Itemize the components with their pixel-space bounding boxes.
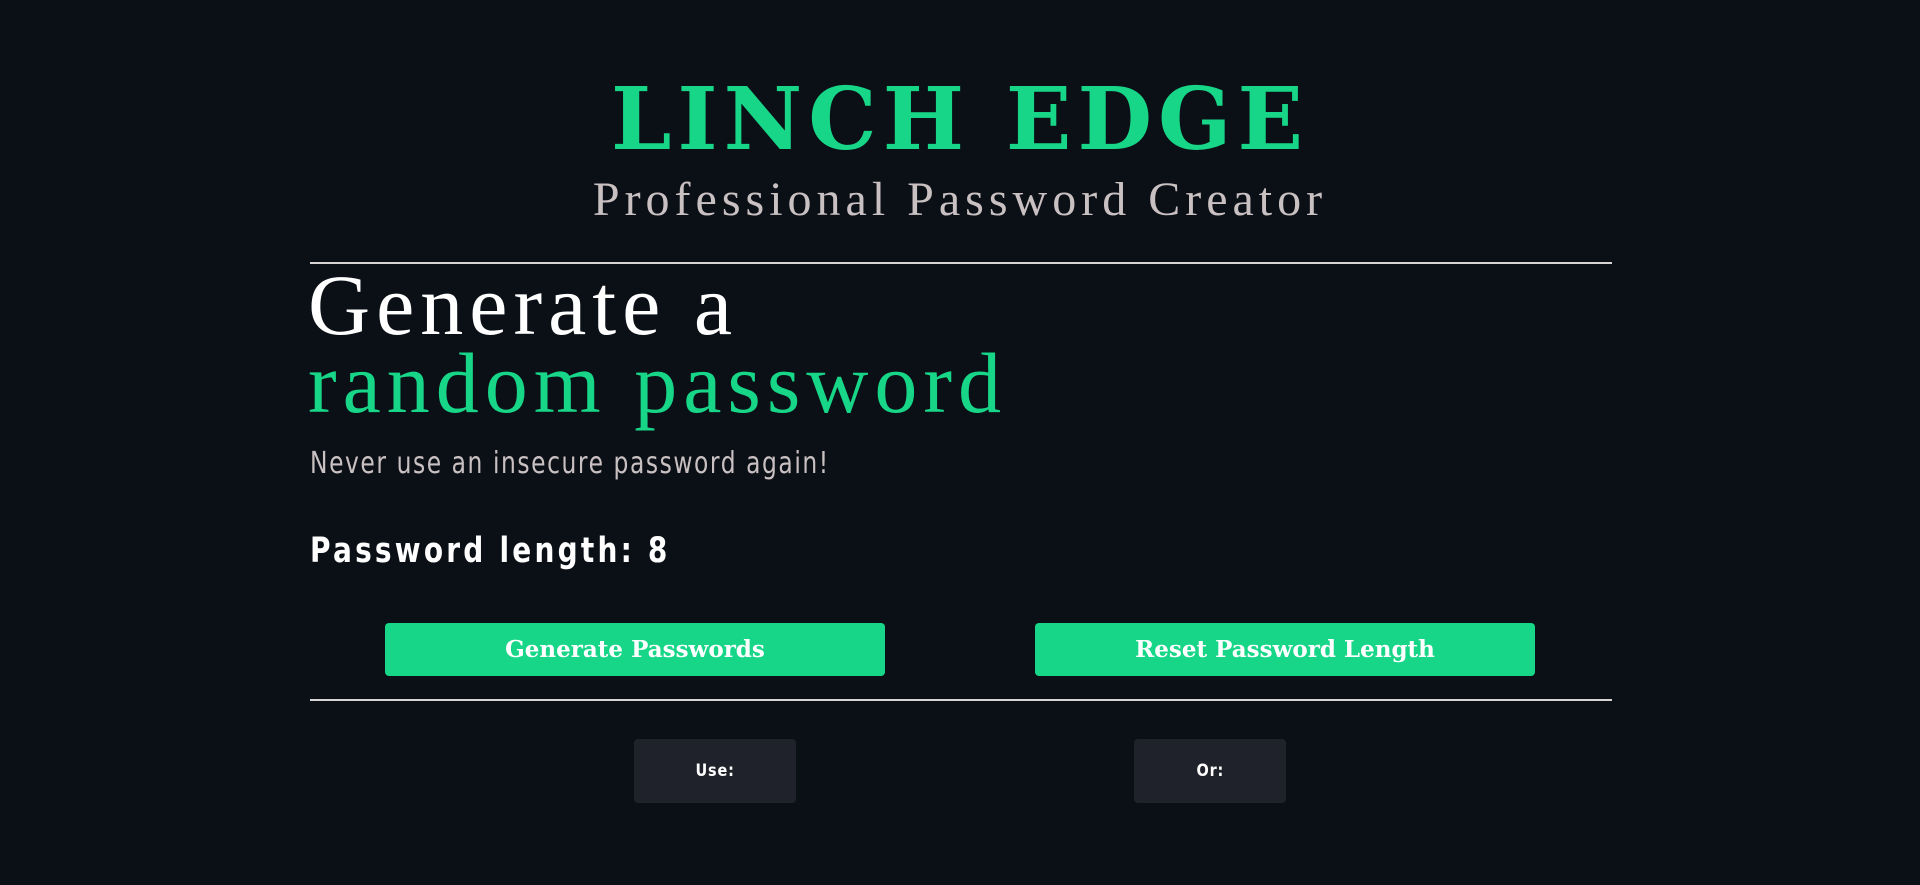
brand-title: LINCH EDGE: [610, 69, 1310, 170]
hero-subtext: Never use an insecure password again!: [310, 446, 830, 481]
hero-headline-line2: random password: [308, 335, 1008, 431]
hero-headline: Generate a random password: [308, 257, 1008, 431]
password-option-or-label: Or:: [1196, 761, 1224, 781]
password-option-use-label: Use:: [695, 761, 735, 781]
password-length-label: Password length: 8: [310, 531, 671, 571]
generate-passwords-button[interactable]: Generate Passwords: [385, 623, 885, 676]
password-option-use[interactable]: Use:: [634, 739, 796, 803]
password-option-or[interactable]: Or:: [1134, 739, 1286, 803]
reset-password-length-button[interactable]: Reset Password Length: [1035, 623, 1535, 676]
hero-headline-line1: Generate a: [308, 257, 738, 353]
bottom-divider: [310, 699, 1612, 701]
brand-tagline: Professional Password Creator: [592, 173, 1328, 226]
